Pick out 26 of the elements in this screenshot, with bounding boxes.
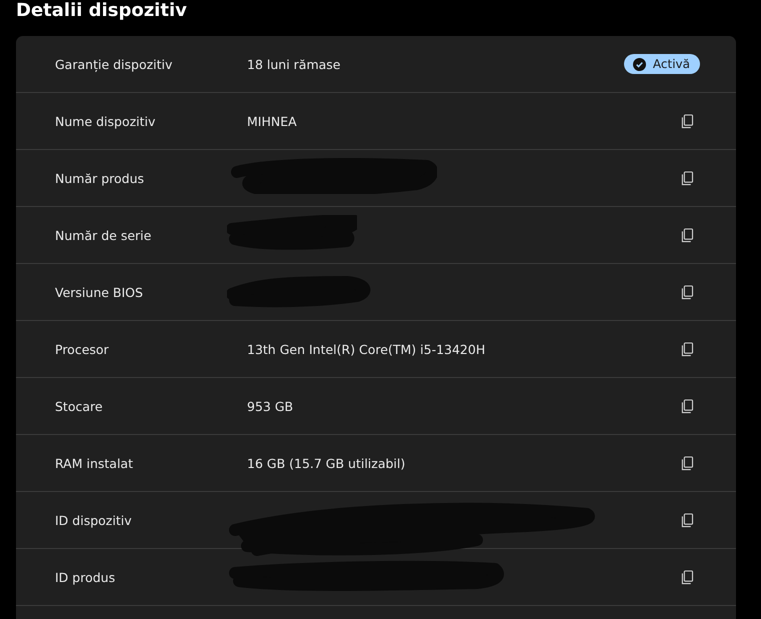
field-value: 953 GB — [247, 398, 294, 414]
field-label: Număr produs — [55, 170, 146, 186]
section-title: Detalii dispozitiv — [16, 0, 188, 23]
field-label: Număr de serie — [55, 228, 152, 242]
field-label: Stocare — [55, 398, 104, 414]
field-label: ID dispozitiv — [55, 512, 133, 528]
copy-icon[interactable] — [681, 456, 694, 470]
field-label: Versiune BIOS — [55, 284, 144, 300]
copy-icon[interactable] — [681, 512, 694, 528]
copy-icon[interactable] — [681, 398, 694, 414]
field-value: 18 luni rămase — [247, 56, 340, 72]
copy-icon[interactable] — [681, 228, 694, 242]
copy-icon[interactable] — [681, 342, 694, 356]
status-badge: Activă — [624, 54, 700, 74]
field-label: Nume dispozitiv — [55, 114, 156, 128]
field-value: 16 GB (15.7 GB utilizabil) — [247, 456, 406, 470]
field-label: RAM instalat — [55, 456, 134, 470]
copy-icon[interactable] — [681, 170, 694, 186]
field-value: MIHNEA — [247, 114, 297, 128]
field-label: Procesor — [55, 342, 110, 356]
copy-icon[interactable] — [681, 114, 694, 128]
field-label: Garanție dispozitiv — [55, 56, 174, 72]
field-value: 13th Gen Intel(R) Core(TM) i5-13420H — [247, 342, 486, 356]
copy-icon[interactable] — [681, 570, 694, 584]
field-label: ID produs — [55, 570, 116, 584]
copy-icon[interactable] — [681, 284, 694, 300]
